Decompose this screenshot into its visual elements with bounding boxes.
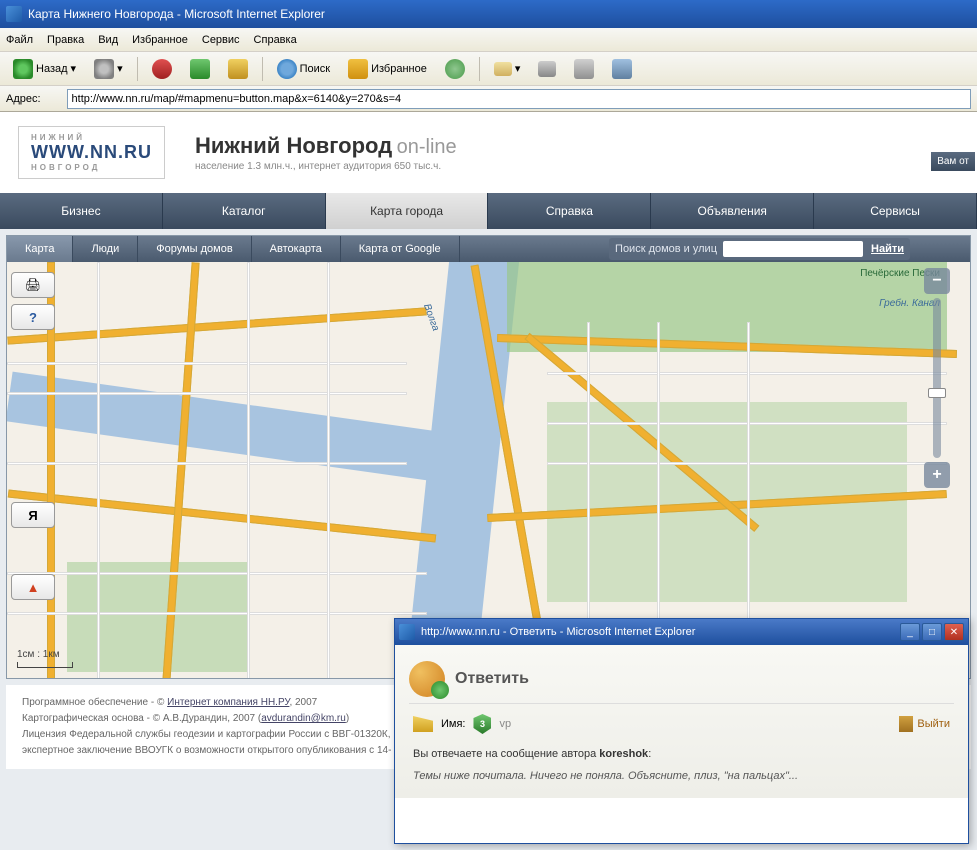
- menu-view[interactable]: Вид: [98, 34, 118, 46]
- name-label: Имя:: [441, 718, 465, 730]
- popup-header: Ответить: [409, 655, 954, 704]
- address-input[interactable]: [67, 89, 971, 109]
- user-row: Имя: 3 vp Выйти: [409, 704, 954, 744]
- menu-edit[interactable]: Правка: [47, 34, 84, 46]
- popup-close-button[interactable]: ✕: [944, 623, 964, 641]
- help-map-button[interactable]: ?: [11, 304, 55, 330]
- search-icon: [277, 59, 297, 79]
- address-label: Адрес:: [6, 93, 41, 105]
- menu-favorites[interactable]: Избранное: [132, 34, 188, 46]
- address-bar: Адрес:: [0, 86, 977, 112]
- search-label: Поиск домов и улиц: [615, 243, 717, 255]
- refresh-button[interactable]: [183, 55, 217, 83]
- door-icon: [899, 716, 913, 732]
- edit-button[interactable]: [567, 55, 601, 83]
- research-button[interactable]: [605, 55, 639, 83]
- zoom-in-button[interactable]: −: [924, 268, 950, 294]
- menu-help[interactable]: Справка: [254, 34, 297, 46]
- print-button[interactable]: [531, 57, 563, 81]
- nav-catalog[interactable]: Каталог: [163, 193, 326, 229]
- popup-heading: Ответить: [455, 670, 529, 688]
- logout-link[interactable]: Выйти: [899, 716, 950, 732]
- corner-link[interactable]: Вам от: [931, 152, 975, 171]
- reply-icon: [409, 661, 445, 697]
- shield-badge-icon: 3: [473, 714, 491, 734]
- tab-people[interactable]: Люди: [73, 236, 138, 262]
- footer-company-link[interactable]: Интернет компания НН.РУ: [167, 697, 289, 708]
- window-title: Карта Нижнего Новгорода - Microsoft Inte…: [28, 7, 325, 21]
- popup-minimize-button[interactable]: _: [900, 623, 920, 641]
- back-button[interactable]: Назад ▾: [6, 55, 83, 83]
- refresh-icon: [190, 59, 210, 79]
- river-label: Волга: [421, 302, 441, 332]
- menu-file[interactable]: Файл: [6, 34, 33, 46]
- nav-help[interactable]: Справка: [488, 193, 651, 229]
- yandex-button[interactable]: Я: [11, 502, 55, 528]
- tab-google-map[interactable]: Карта от Google: [341, 236, 460, 262]
- cheese-icon: [413, 716, 433, 732]
- research-icon: [612, 59, 632, 79]
- favorites-button[interactable]: Избранное: [341, 55, 434, 83]
- star-icon: [348, 59, 368, 79]
- map-search-bar: Поиск домов и улиц Найти: [609, 238, 910, 260]
- nav-city-map[interactable]: Карта города: [326, 193, 489, 229]
- window-titlebar: Карта Нижнего Новгорода - Microsoft Inte…: [0, 0, 977, 28]
- river-branch: [6, 372, 448, 483]
- footer-email-link[interactable]: avdurandin@km.ru: [261, 713, 346, 724]
- site-logo[interactable]: НИЖНИЙ WWW.NN.RU НОВГОРОД: [18, 126, 165, 179]
- forward-button[interactable]: ▾: [87, 55, 130, 83]
- stop-button[interactable]: [145, 55, 179, 83]
- menu-tools[interactable]: Сервис: [202, 34, 240, 46]
- print-map-button[interactable]: 🖨: [11, 272, 55, 298]
- map-search-input[interactable]: [723, 241, 863, 257]
- nav-business[interactable]: Бизнес: [0, 193, 163, 229]
- green-area-2: [67, 562, 247, 672]
- map-scale: 1см : 1км: [17, 649, 73, 668]
- warning-button[interactable]: ▲: [11, 574, 55, 600]
- zoom-track[interactable]: [933, 298, 941, 458]
- tab-house-forums[interactable]: Форумы домов: [138, 236, 251, 262]
- menubar: Файл Правка Вид Избранное Сервис Справка: [0, 28, 977, 52]
- zoom-control: − +: [924, 268, 950, 488]
- map-side-controls: 🖨 ?: [11, 272, 55, 330]
- edit-icon: [574, 59, 594, 79]
- map-search-button[interactable]: Найти: [871, 243, 904, 255]
- page-icon: [47, 92, 61, 106]
- print-icon: [538, 61, 556, 77]
- tab-map[interactable]: Карта: [7, 236, 73, 262]
- home-icon: [228, 59, 248, 79]
- nav-services[interactable]: Сервисы: [814, 193, 977, 229]
- mail-icon: [494, 62, 512, 76]
- toolbar: Назад ▾ ▾ Поиск Избранное ▾: [0, 52, 977, 86]
- tab-auto-map[interactable]: Автокарта: [252, 236, 341, 262]
- back-icon: [13, 59, 33, 79]
- zoom-out-button[interactable]: +: [924, 462, 950, 488]
- history-icon: [445, 59, 465, 79]
- ie-icon: [6, 6, 22, 22]
- map-canvas[interactable]: Волга Печёрские Пески Гребн. Канал: [7, 262, 970, 678]
- forward-icon: [94, 59, 114, 79]
- zoom-thumb[interactable]: [928, 388, 946, 398]
- top-nav: Бизнес Каталог Карта города Справка Объя…: [0, 193, 977, 229]
- history-button[interactable]: [438, 55, 472, 83]
- quoted-message: Темы ниже почитала. Ничего не поняла. Об…: [409, 764, 954, 788]
- map-area: Карта Люди Форумы домов Автокарта Карта …: [6, 235, 971, 679]
- popup-maximize-button[interactable]: □: [922, 623, 942, 641]
- ie-icon: [399, 624, 415, 640]
- popup-titlebar[interactable]: http://www.nn.ru - Ответить - Microsoft …: [395, 619, 968, 645]
- mail-button[interactable]: ▾: [487, 58, 528, 80]
- nav-ads[interactable]: Объявления: [651, 193, 814, 229]
- username: vp: [499, 718, 511, 730]
- map-side-controls-2: Я ▲: [11, 502, 55, 600]
- reply-context: Вы отвечаете на сообщение автора koresho…: [409, 744, 954, 764]
- stop-icon: [152, 59, 172, 79]
- popup-title: http://www.nn.ru - Ответить - Microsoft …: [421, 626, 695, 638]
- reply-popup-window: http://www.nn.ru - Ответить - Microsoft …: [394, 618, 969, 844]
- search-button[interactable]: Поиск: [270, 55, 337, 83]
- home-button[interactable]: [221, 55, 255, 83]
- site-title: Нижний Новгород on-line население 1.3 мл…: [195, 133, 457, 172]
- popup-body: Ответить Имя: 3 vp Выйти Вы отвечаете на…: [395, 645, 968, 798]
- site-header: НИЖНИЙ WWW.NN.RU НОВГОРОД Нижний Новгоро…: [0, 112, 977, 193]
